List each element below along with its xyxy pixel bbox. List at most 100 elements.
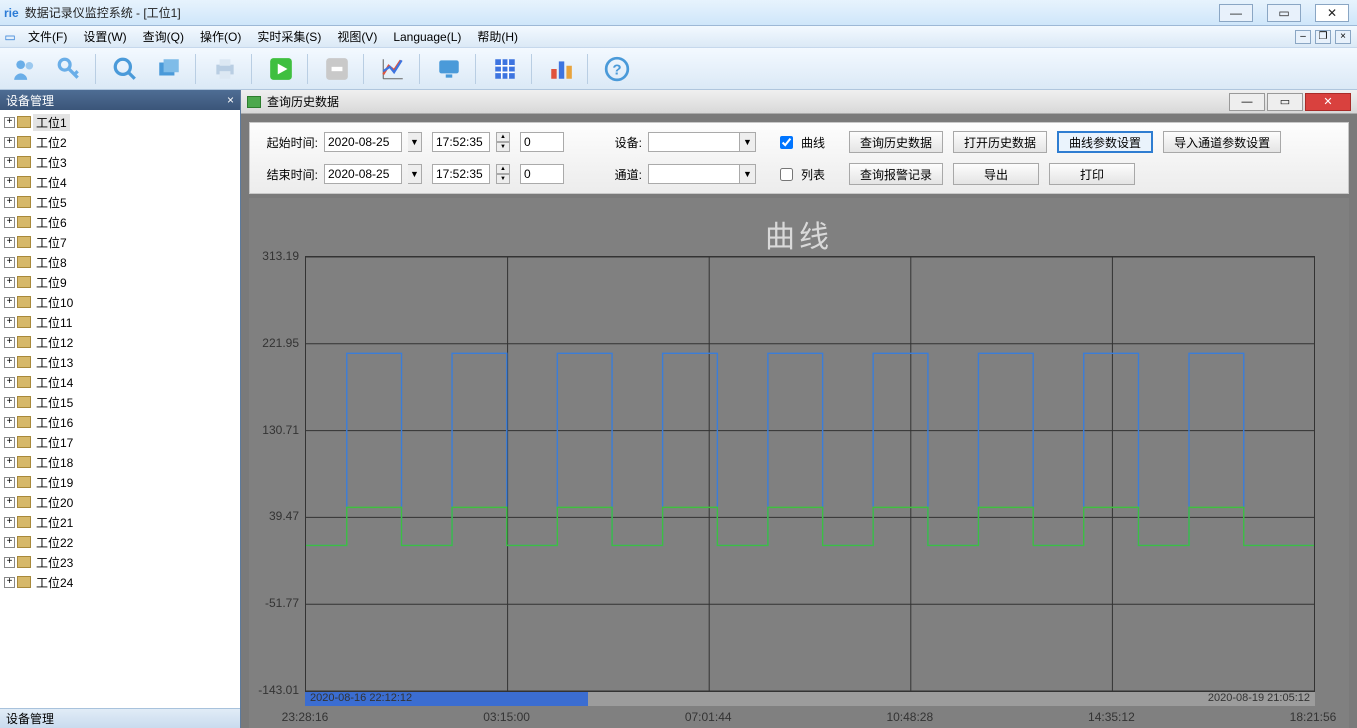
tree-item-station-18[interactable]: +工位18 <box>4 452 240 472</box>
end-time-input[interactable] <box>432 164 490 184</box>
menu-view[interactable]: 视图(V) <box>329 26 385 47</box>
toolbar-barchart-button[interactable] <box>540 50 582 88</box>
tree-item-station-1[interactable]: +工位1 <box>4 112 240 132</box>
expand-icon[interactable]: + <box>4 417 15 428</box>
menu-query[interactable]: 查询(Q) <box>135 26 192 47</box>
expand-icon[interactable]: + <box>4 457 15 468</box>
menu-operate[interactable]: 操作(O) <box>192 26 249 47</box>
expand-icon[interactable]: + <box>4 397 15 408</box>
end-offset-input[interactable] <box>520 164 564 184</box>
window-minimize-button[interactable]: — <box>1219 4 1253 22</box>
tree-item-station-7[interactable]: +工位7 <box>4 232 240 252</box>
expand-icon[interactable]: + <box>4 217 15 228</box>
child-close-button[interactable]: ✕ <box>1305 93 1351 111</box>
tree-item-station-8[interactable]: +工位8 <box>4 252 240 272</box>
channel-combo[interactable]: ▼ <box>648 164 756 184</box>
curve-config-button[interactable]: 曲线参数设置 <box>1057 131 1153 153</box>
tree-item-station-10[interactable]: +工位10 <box>4 292 240 312</box>
list-checkbox[interactable] <box>780 168 793 181</box>
print-button[interactable]: 打印 <box>1049 163 1135 185</box>
start-offset-input[interactable] <box>520 132 564 152</box>
tree-item-station-6[interactable]: +工位6 <box>4 212 240 232</box>
expand-icon[interactable]: + <box>4 497 15 508</box>
expand-icon[interactable]: + <box>4 297 15 308</box>
toolbar-windows-button[interactable] <box>148 50 190 88</box>
child-maximize-button[interactable]: ▭ <box>1267 93 1303 111</box>
expand-icon[interactable]: + <box>4 177 15 188</box>
expand-icon[interactable]: + <box>4 357 15 368</box>
chart-plot[interactable] <box>305 256 1315 692</box>
tree-item-station-11[interactable]: +工位11 <box>4 312 240 332</box>
start-time-input[interactable] <box>432 132 490 152</box>
mdi-restore-button[interactable]: ❐ <box>1315 30 1331 44</box>
window-maximize-button[interactable]: ▭ <box>1267 4 1301 22</box>
tree-item-station-15[interactable]: +工位15 <box>4 392 240 412</box>
tree-item-station-9[interactable]: +工位9 <box>4 272 240 292</box>
time-range-bar[interactable]: 2020-08-16 22:12:12 2020-08-19 21:05:12 <box>305 692 1315 706</box>
expand-icon[interactable]: + <box>4 277 15 288</box>
expand-icon[interactable]: + <box>4 317 15 328</box>
expand-icon[interactable]: + <box>4 577 15 588</box>
end-date-dropdown[interactable]: ▼ <box>408 164 422 184</box>
menu-file[interactable]: 文件(F) <box>20 26 75 47</box>
tree-item-station-13[interactable]: +工位13 <box>4 352 240 372</box>
tree-item-station-12[interactable]: +工位12 <box>4 332 240 352</box>
device-combo[interactable]: ▼ <box>648 132 756 152</box>
expand-icon[interactable]: + <box>4 117 15 128</box>
tree-item-station-24[interactable]: +工位24 <box>4 572 240 592</box>
expand-icon[interactable]: + <box>4 517 15 528</box>
toolbar-users-button[interactable] <box>4 50 46 88</box>
query-history-button[interactable]: 查询历史数据 <box>849 131 943 153</box>
start-time-spinner[interactable]: ▲▼ <box>496 132 510 152</box>
tree-item-station-14[interactable]: +工位14 <box>4 372 240 392</box>
expand-icon[interactable]: + <box>4 257 15 268</box>
toolbar-help-button[interactable]: ? <box>596 50 638 88</box>
end-date-input[interactable] <box>324 164 402 184</box>
expand-icon[interactable]: + <box>4 377 15 388</box>
expand-icon[interactable]: + <box>4 157 15 168</box>
expand-icon[interactable]: + <box>4 197 15 208</box>
tree-item-station-22[interactable]: +工位22 <box>4 532 240 552</box>
import-channel-config-button[interactable]: 导入通道参数设置 <box>1163 131 1281 153</box>
expand-icon[interactable]: + <box>4 337 15 348</box>
tree-item-station-20[interactable]: +工位20 <box>4 492 240 512</box>
tree-item-station-4[interactable]: +工位4 <box>4 172 240 192</box>
start-date-dropdown[interactable]: ▼ <box>408 132 422 152</box>
toolbar-print-button[interactable] <box>204 50 246 88</box>
tree-item-station-3[interactable]: +工位3 <box>4 152 240 172</box>
menu-language[interactable]: Language(L) <box>385 26 469 47</box>
toolbar-play-button[interactable] <box>260 50 302 88</box>
child-minimize-button[interactable]: — <box>1229 93 1265 111</box>
expand-icon[interactable]: + <box>4 437 15 448</box>
tree-item-station-2[interactable]: +工位2 <box>4 132 240 152</box>
mdi-close-button[interactable]: × <box>1335 30 1351 44</box>
tree-item-station-17[interactable]: +工位17 <box>4 432 240 452</box>
curve-checkbox[interactable] <box>780 136 793 149</box>
expand-icon[interactable]: + <box>4 477 15 488</box>
query-alarm-button[interactable]: 查询报警记录 <box>849 163 943 185</box>
expand-icon[interactable]: + <box>4 137 15 148</box>
toolbar-linechart-button[interactable] <box>372 50 414 88</box>
end-time-spinner[interactable]: ▲▼ <box>496 164 510 184</box>
tree-item-station-23[interactable]: +工位23 <box>4 552 240 572</box>
tree-item-station-19[interactable]: +工位19 <box>4 472 240 492</box>
expand-icon[interactable]: + <box>4 537 15 548</box>
device-tree[interactable]: +工位1+工位2+工位3+工位4+工位5+工位6+工位7+工位8+工位9+工位1… <box>0 110 240 708</box>
tree-item-station-5[interactable]: +工位5 <box>4 192 240 212</box>
sidebar-footer-tab[interactable]: 设备管理 <box>0 708 240 728</box>
toolbar-table-button[interactable] <box>484 50 526 88</box>
mdi-minimize-button[interactable]: – <box>1295 30 1311 44</box>
toolbar-search-button[interactable] <box>104 50 146 88</box>
tree-item-station-21[interactable]: +工位21 <box>4 512 240 532</box>
expand-icon[interactable]: + <box>4 237 15 248</box>
menu-settings[interactable]: 设置(W) <box>75 26 134 47</box>
export-button[interactable]: 导出 <box>953 163 1039 185</box>
menu-help[interactable]: 帮助(H) <box>469 26 526 47</box>
open-history-button[interactable]: 打开历史数据 <box>953 131 1047 153</box>
menu-realtime[interactable]: 实时采集(S) <box>249 26 329 47</box>
tree-item-station-16[interactable]: +工位16 <box>4 412 240 432</box>
start-date-input[interactable] <box>324 132 402 152</box>
sidebar-close-button[interactable]: × <box>227 93 234 107</box>
window-close-button[interactable]: ✕ <box>1315 4 1349 22</box>
toolbar-stop-button[interactable] <box>316 50 358 88</box>
